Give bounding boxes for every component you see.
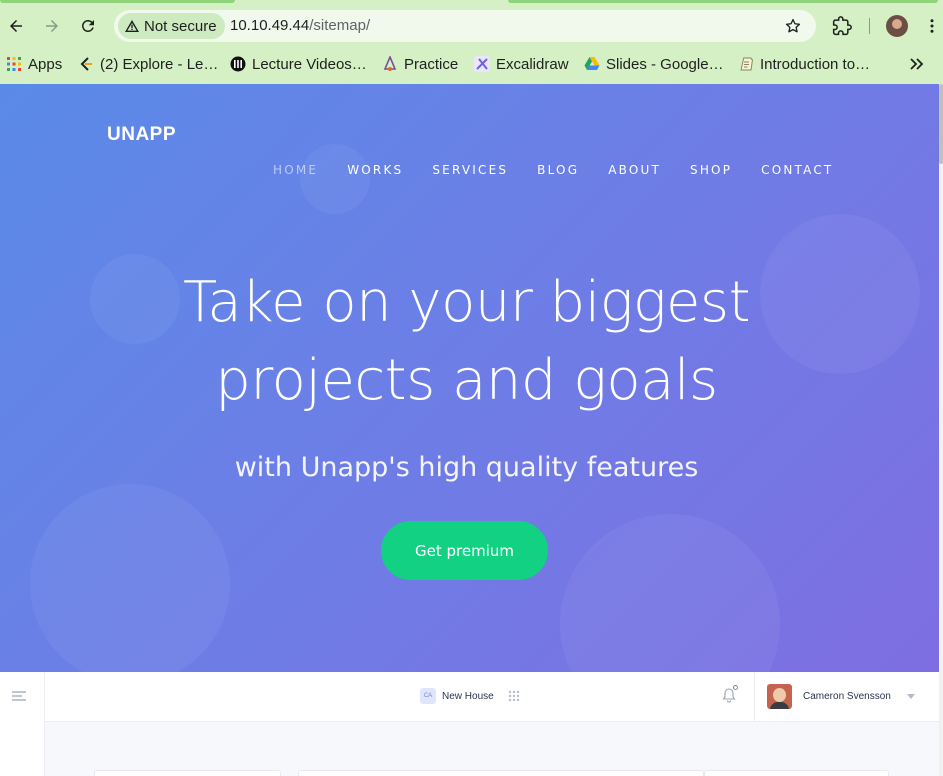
reload-button[interactable]: [76, 14, 100, 38]
nav-blog[interactable]: BLOG: [537, 163, 579, 177]
url-path: /sitemap/: [309, 17, 371, 34]
back-button[interactable]: [4, 14, 28, 38]
bookmark-label: (2) Explore - Le…: [100, 55, 219, 73]
headline-line-2: projects and goals: [215, 348, 718, 413]
bookmark-label: Practice: [404, 55, 459, 73]
bookmark-label: Apps: [28, 55, 63, 73]
bookmark-apps[interactable]: Apps: [6, 52, 62, 76]
decor-bubble: [300, 144, 370, 214]
reload-icon: [81, 19, 94, 32]
bookmark-label: Introduction to…: [760, 55, 871, 73]
nav-works[interactable]: WORKS: [347, 163, 403, 177]
app-preview: CA New House Cameron Svensson: [0, 672, 939, 776]
nav-shop[interactable]: SHOP: [690, 163, 732, 177]
nav-contact[interactable]: CONTACT: [761, 163, 833, 177]
bookmark-label: Slides - Google…: [606, 55, 724, 73]
address-bar[interactable]: Not secure 10.10.49.44/sitemap/: [114, 10, 816, 42]
nav-about[interactable]: ABOUT: [608, 163, 661, 177]
security-label: Not secure: [144, 17, 217, 35]
decor-bubble: [30, 484, 230, 672]
bookmark-introduction[interactable]: Introduction to…: [738, 52, 870, 76]
chevron-down-icon: [907, 694, 915, 699]
user-name: Cameron Svensson: [803, 691, 891, 702]
preview-divider: [754, 672, 755, 722]
more-bookmarks-icon[interactable]: [907, 54, 927, 74]
profile-avatar[interactable]: [886, 15, 908, 37]
puzzle-icon: [832, 16, 852, 36]
bookmarks-bar: Apps (2) Explore - Le… Lecture Videos… P…: [0, 50, 943, 78]
scroll-thumb[interactable]: [939, 84, 943, 164]
document-icon: [740, 57, 753, 71]
main-nav: HOME WORKS SERVICES BLOG ABOUT SHOP CONT…: [273, 163, 862, 177]
bookmark-label: Excalidraw: [496, 55, 569, 73]
nav-services[interactable]: SERVICES: [432, 163, 508, 177]
mit-icon: [230, 56, 246, 72]
excalidraw-icon: [474, 56, 490, 72]
notification-dot: [733, 685, 738, 690]
bookmark-label: Lecture Videos…: [252, 55, 367, 73]
apps-grid-icon: [7, 57, 21, 71]
nav-home[interactable]: HOME: [273, 163, 318, 177]
bookmark-leetcode[interactable]: (2) Explore - Le…: [78, 52, 218, 76]
preview-card: [704, 770, 889, 776]
hamburger-menu-icon: [12, 691, 26, 701]
bookmark-lecture-videos[interactable]: Lecture Videos…: [230, 52, 367, 76]
headline-line-1: Take on your biggest: [182, 270, 751, 335]
page-scrollbar[interactable]: [939, 84, 943, 776]
url-host: 10.10.49.44: [230, 17, 310, 34]
tab-strip: [0, 0, 943, 3]
toolbar-separator: [869, 18, 870, 34]
leetcode-icon: [80, 57, 92, 71]
url-text[interactable]: 10.10.49.44/sitemap/: [230, 17, 370, 34]
preview-sidebar: [0, 672, 45, 776]
hero-headline: Take on your biggest projects and goals: [0, 264, 933, 420]
site-logo[interactable]: UNAPP: [107, 124, 176, 146]
extensions-button[interactable]: [831, 15, 853, 37]
decor-bubble: [560, 514, 780, 672]
google-drive-icon: [584, 57, 600, 70]
hero-section: UNAPP HOME WORKS SERVICES BLOG ABOUT SHO…: [0, 84, 939, 672]
arrow-right-icon: [46, 20, 58, 32]
bookmark-excalidraw[interactable]: Excalidraw: [474, 52, 569, 76]
project-badge: CA: [420, 688, 436, 704]
preview-card: [94, 770, 281, 776]
bookmark-practice[interactable]: Practice: [382, 52, 458, 76]
grid-dots-icon: [508, 690, 519, 702]
user-avatar: [767, 684, 792, 709]
get-premium-button[interactable]: Get premium: [381, 521, 548, 580]
bookmark-star-icon[interactable]: [784, 17, 802, 35]
project-name: New House: [442, 690, 494, 702]
arrow-left-icon: [10, 20, 22, 32]
forward-button[interactable]: [40, 14, 64, 38]
hero-subheadline: with Unapp's high quality features: [234, 452, 699, 483]
preview-card: [298, 770, 704, 776]
warning-icon: [125, 20, 139, 32]
security-chip[interactable]: Not secure: [118, 13, 225, 39]
preview-project: CA New House: [420, 688, 520, 704]
browser-chrome: Not secure 10.10.49.44/sitemap/ Apps (2)…: [0, 0, 943, 84]
practice-icon: [383, 56, 397, 71]
browser-menu-button[interactable]: [921, 15, 943, 37]
bookmark-slides[interactable]: Slides - Google…: [584, 52, 724, 76]
kebab-menu-icon: [930, 19, 934, 33]
